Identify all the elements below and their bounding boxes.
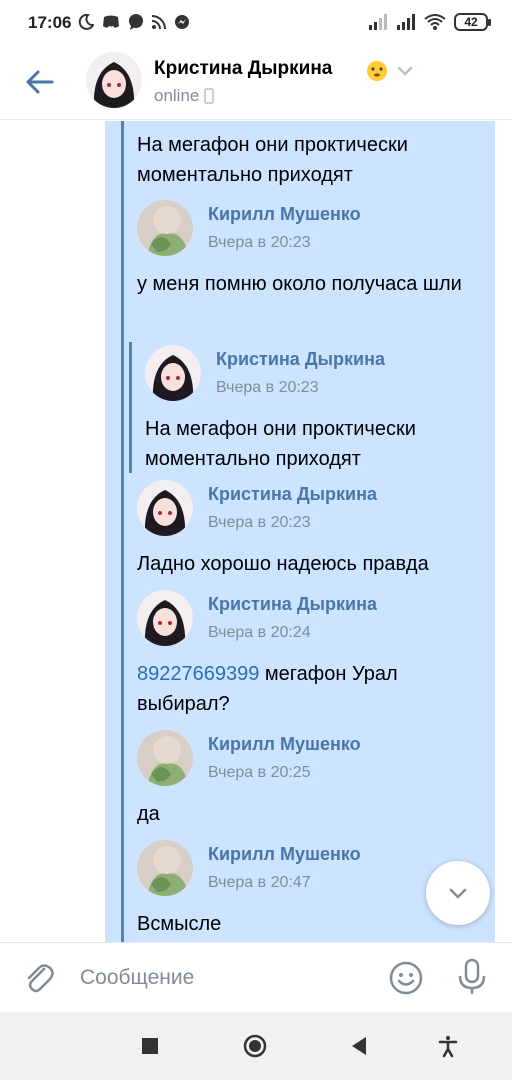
sender-name[interactable]: Кирилл Мушенко bbox=[208, 734, 361, 755]
face-emoji-icon bbox=[367, 61, 387, 81]
sender-name[interactable]: Кристина Дыркина bbox=[216, 349, 385, 370]
back-nav-button[interactable] bbox=[348, 1034, 372, 1058]
message-text: Всмысле bbox=[137, 913, 222, 935]
contact-name[interactable]: Кристина Дыркина bbox=[154, 58, 332, 80]
avatar[interactable] bbox=[137, 590, 193, 646]
microphone-button[interactable] bbox=[455, 957, 489, 997]
avatar[interactable] bbox=[137, 480, 193, 536]
chat-icon bbox=[129, 14, 143, 30]
back-button[interactable] bbox=[22, 64, 58, 100]
message-text: 89227669399 мегафон Урал выбирал? bbox=[137, 659, 477, 719]
avatar[interactable] bbox=[86, 52, 142, 108]
emoji-button[interactable] bbox=[388, 960, 424, 996]
avatar-image bbox=[137, 200, 193, 256]
avatar-image bbox=[137, 730, 193, 786]
sender-name[interactable]: Кирилл Мушенко bbox=[208, 204, 361, 225]
status-bar: 17:06 42 bbox=[0, 0, 512, 48]
notification-icons bbox=[78, 14, 190, 30]
attach-button[interactable] bbox=[22, 961, 56, 995]
messenger-icon bbox=[175, 15, 189, 29]
status-time: 17:06 bbox=[28, 13, 72, 32]
phone-icon bbox=[204, 88, 215, 104]
sender-name[interactable]: Кристина Дыркина bbox=[208, 594, 377, 615]
online-status: online bbox=[154, 86, 215, 106]
chevron-down-icon[interactable] bbox=[396, 62, 414, 80]
message-list[interactable]: На мегафон они проктически моментально п… bbox=[0, 121, 512, 942]
avatar[interactable] bbox=[145, 345, 201, 401]
chevron-down-icon bbox=[449, 888, 467, 899]
avatar-image bbox=[137, 590, 193, 646]
accessibility-button[interactable] bbox=[436, 1034, 460, 1058]
online-label: online bbox=[154, 86, 200, 105]
reply-bar bbox=[129, 342, 132, 473]
message-time: Вчера в 20:25 bbox=[208, 764, 311, 781]
avatar-image bbox=[145, 345, 201, 401]
message-time: Вчера в 20:23 bbox=[208, 234, 311, 251]
phone-link[interactable]: 89227669399 bbox=[137, 663, 259, 685]
signal-icon bbox=[369, 14, 387, 30]
rss-icon bbox=[152, 15, 166, 29]
message-text: Ладно хорошо надеюсь правда bbox=[137, 553, 429, 575]
chat-header: Кристина Дыркина online bbox=[0, 48, 512, 120]
message-time: Вчера в 20:47 bbox=[208, 874, 311, 891]
discord-icon bbox=[103, 15, 119, 28]
sender-name[interactable]: Кирилл Мушенко bbox=[208, 844, 361, 865]
system-icons: 42 bbox=[368, 13, 491, 31]
avatar[interactable] bbox=[137, 730, 193, 786]
avatar-image bbox=[137, 480, 193, 536]
recents-button[interactable] bbox=[138, 1034, 162, 1058]
message-text: у меня помню около получаса шли bbox=[137, 273, 462, 295]
wifi-icon bbox=[424, 14, 446, 30]
forward-bar bbox=[121, 121, 124, 942]
signal-icon bbox=[397, 14, 415, 30]
message-text: да bbox=[137, 803, 160, 825]
scroll-down-button[interactable] bbox=[426, 861, 490, 925]
message-time: Вчера в 20:24 bbox=[208, 624, 311, 641]
message-text: На мегафон они проктически моментально п… bbox=[145, 418, 416, 470]
message-composer bbox=[0, 942, 512, 1012]
battery-icon: 42 bbox=[454, 13, 491, 31]
avatar-image bbox=[86, 52, 142, 108]
message-text: На мегафон они проктически моментально п… bbox=[137, 134, 408, 186]
message-time: Вчера в 20:23 bbox=[208, 514, 311, 531]
system-nav-bar bbox=[0, 1012, 512, 1080]
moon-icon bbox=[78, 14, 94, 30]
home-button[interactable] bbox=[243, 1034, 267, 1058]
sender-name[interactable]: Кристина Дыркина bbox=[208, 484, 377, 505]
avatar[interactable] bbox=[137, 840, 193, 896]
message-time: Вчера в 20:23 bbox=[216, 379, 319, 396]
message-input[interactable] bbox=[80, 963, 370, 993]
avatar[interactable] bbox=[137, 200, 193, 256]
avatar-image bbox=[137, 840, 193, 896]
